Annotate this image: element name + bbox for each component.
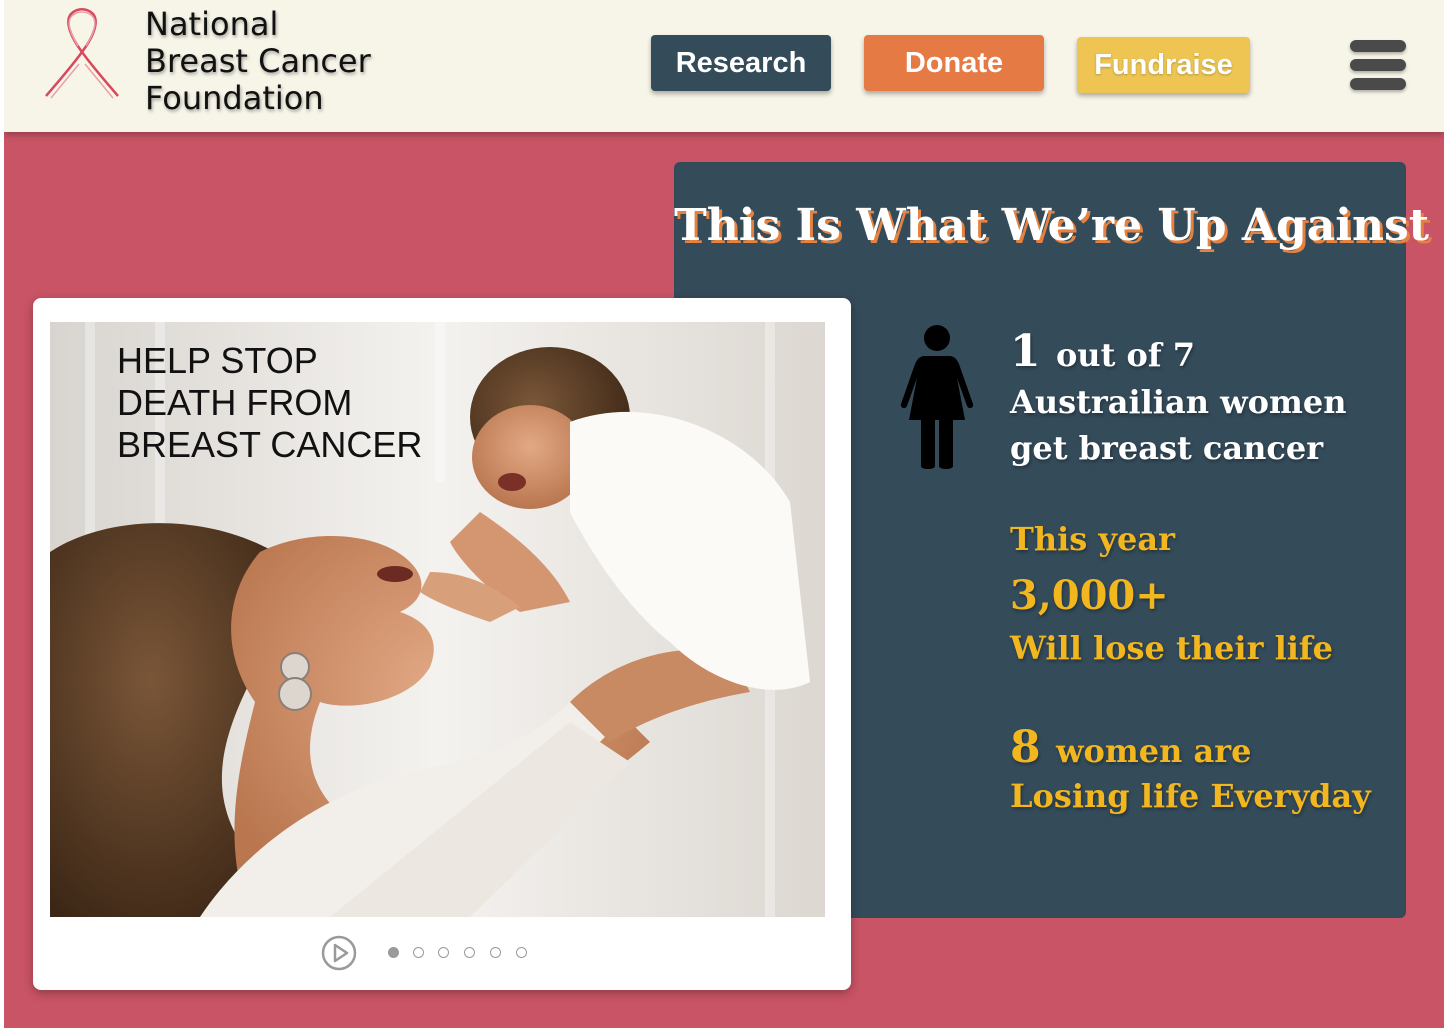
slide-dot-6[interactable] [516, 947, 527, 958]
stat1-line2: Austrailian women [1010, 383, 1347, 421]
stat1-text: out of 7 [1055, 336, 1195, 374]
stat3-line2: Losing life Everyday [1010, 777, 1371, 815]
stat1-line3: get breast cancer [1010, 429, 1324, 467]
donate-button[interactable]: Donate [864, 35, 1044, 91]
slide-dot-1[interactable] [388, 947, 399, 958]
caption-line-3: BREAST CANCER [117, 424, 423, 465]
stat2-number: 3,000+ [1010, 572, 1169, 619]
play-circle-icon[interactable] [321, 935, 357, 971]
stat2-line3: Will lose their life [1010, 629, 1333, 667]
panel-title: This Is What We’re Up Against [674, 200, 1430, 251]
caption-line-2: DEATH FROM [117, 382, 353, 423]
page-frame: National Breast Cancer Foundation Resear… [4, 0, 1444, 1028]
slide-photo[interactable]: HELP STOP DEATH FROM BREAST CANCER [50, 322, 825, 917]
slideshow-card: HELP STOP DEATH FROM BREAST CANCER [33, 298, 851, 990]
hamburger-menu-icon[interactable] [1350, 40, 1406, 90]
research-button[interactable]: Research [651, 35, 831, 91]
site-header: National Breast Cancer Foundation Resear… [4, 0, 1444, 132]
stat3-text: women are [1055, 732, 1252, 770]
stat2-line1: This year [1010, 520, 1175, 558]
slide-dot-5[interactable] [490, 947, 501, 958]
logo-line-2: Breast Cancer [145, 42, 371, 80]
slide-dot-2[interactable] [413, 947, 424, 958]
slide-dot-4[interactable] [464, 947, 475, 958]
site-logo-text[interactable]: National Breast Cancer Foundation [145, 6, 371, 117]
logo-line-1: National [145, 5, 279, 43]
fundraise-button[interactable]: Fundraise [1077, 37, 1250, 93]
slide-caption: HELP STOP DEATH FROM BREAST CANCER [117, 340, 422, 466]
logo-line-3: Foundation [145, 79, 324, 117]
pink-ribbon-icon[interactable] [42, 6, 122, 102]
stat1-number: 1 [1010, 326, 1041, 377]
slide-dot-3[interactable] [438, 947, 449, 958]
caption-line-1: HELP STOP [117, 340, 318, 381]
woman-silhouette-icon [900, 325, 974, 469]
stat3-number: 8 [1010, 722, 1041, 773]
